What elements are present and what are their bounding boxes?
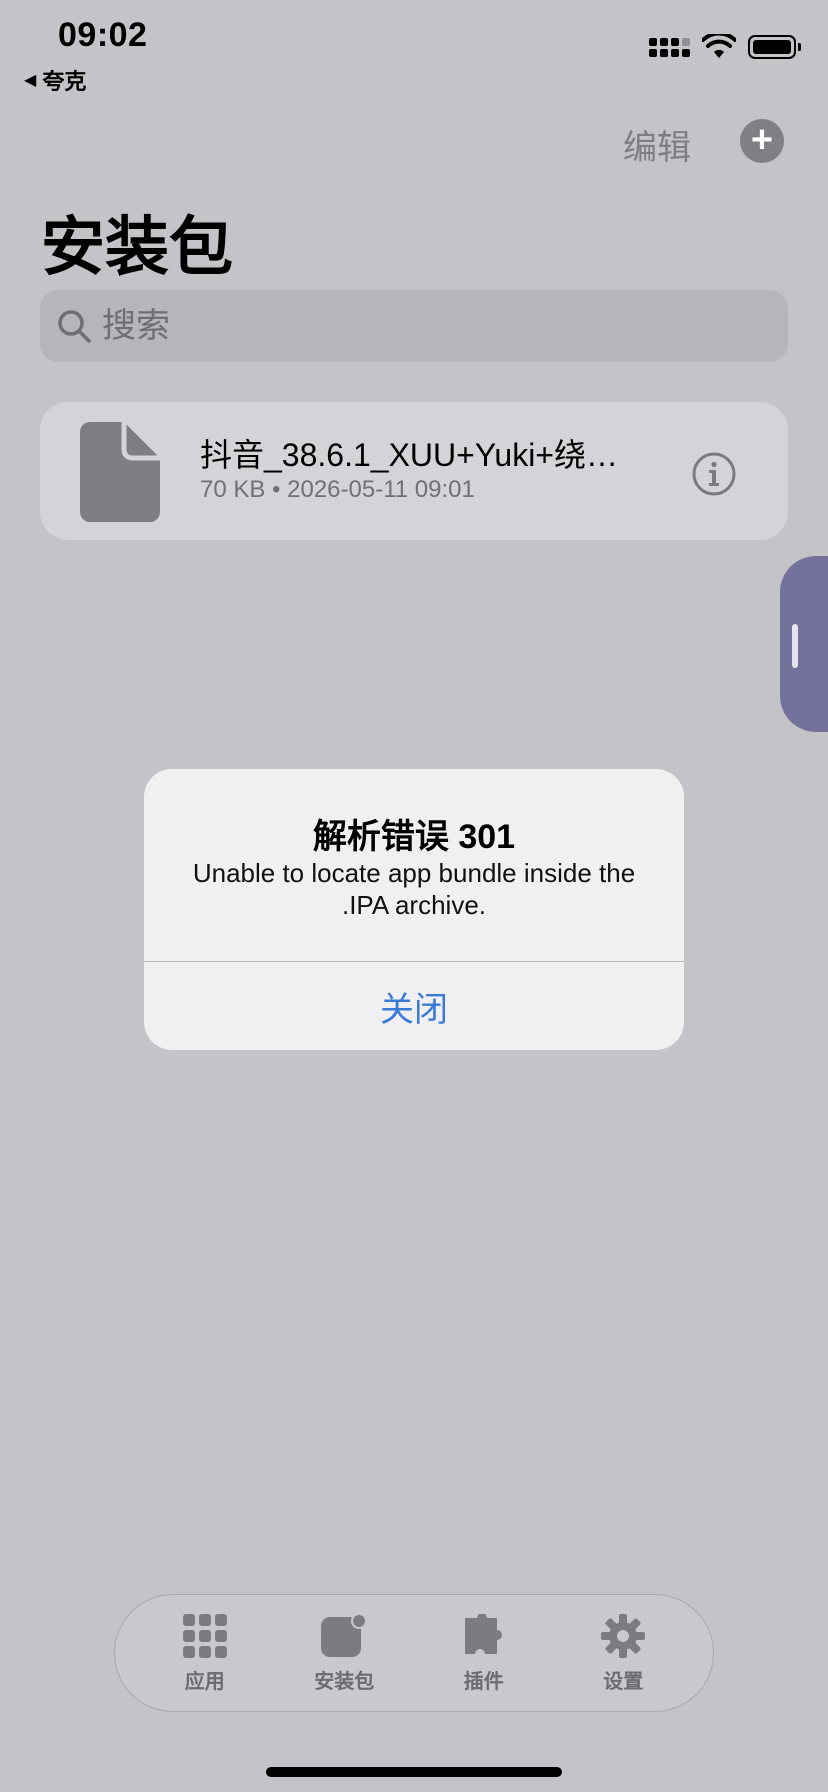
status-icons xyxy=(649,34,801,60)
tab-packages[interactable]: 安装包 xyxy=(284,1612,404,1694)
close-button[interactable]: 关闭 xyxy=(144,962,684,1050)
file-meta: 70 KB • 2026-05-11 09:01 xyxy=(200,476,475,503)
file-name: 抖音_38.6.1_XUU+Yuki+绕过检测签名版.ipa xyxy=(200,437,630,473)
page-title: 安装包 xyxy=(41,211,233,283)
info-icon[interactable] xyxy=(692,452,736,496)
tab-bar: 应用 安装包 插件 设置 xyxy=(114,1594,714,1712)
status-time: 09:02 xyxy=(58,16,148,54)
tab-label: 设置 xyxy=(603,1670,644,1693)
tab-settings[interactable]: 设置 xyxy=(563,1613,683,1694)
side-drawer-handle[interactable] xyxy=(780,556,828,732)
alert-title: 解析错误 301 xyxy=(312,818,516,856)
list-item[interactable]: 抖音_38.6.1_XUU+Yuki+绕过检测签名版.ipa 70 KB • 2… xyxy=(40,402,788,540)
back-triangle-icon: ◀ xyxy=(24,72,37,89)
grip-bar-icon xyxy=(792,624,798,668)
search-icon xyxy=(58,310,91,343)
puzzle-icon xyxy=(464,1613,502,1654)
gear-icon xyxy=(601,1613,646,1658)
plus-icon: + xyxy=(750,119,774,161)
error-alert-dialog: 解析错误 301 Unable to locate app bundle ins… xyxy=(144,769,684,1050)
tab-apps[interactable]: 应用 xyxy=(145,1613,265,1694)
search-input[interactable] xyxy=(102,306,742,346)
tab-label: 应用 xyxy=(184,1670,225,1693)
home-indicator[interactable] xyxy=(266,1767,562,1777)
search-bar[interactable] xyxy=(40,290,788,362)
package-icon xyxy=(321,1612,368,1657)
tab-label: 安装包 xyxy=(314,1670,375,1693)
grid-icon xyxy=(182,1613,227,1658)
edit-button[interactable]: 编辑 xyxy=(623,120,691,169)
document-icon xyxy=(80,422,160,522)
tab-plugins[interactable]: 插件 xyxy=(424,1613,544,1694)
alert-message: Unable to locate app bundle inside the .… xyxy=(192,858,636,920)
battery-icon xyxy=(748,35,801,59)
wifi-icon xyxy=(702,34,736,58)
tab-label: 插件 xyxy=(463,1670,504,1693)
back-app-label: 夸克 xyxy=(42,69,87,94)
cellular-signal-icon xyxy=(649,37,690,57)
add-button[interactable]: + xyxy=(740,119,784,163)
back-to-app-button[interactable]: ◀ 夸克 xyxy=(24,64,86,96)
